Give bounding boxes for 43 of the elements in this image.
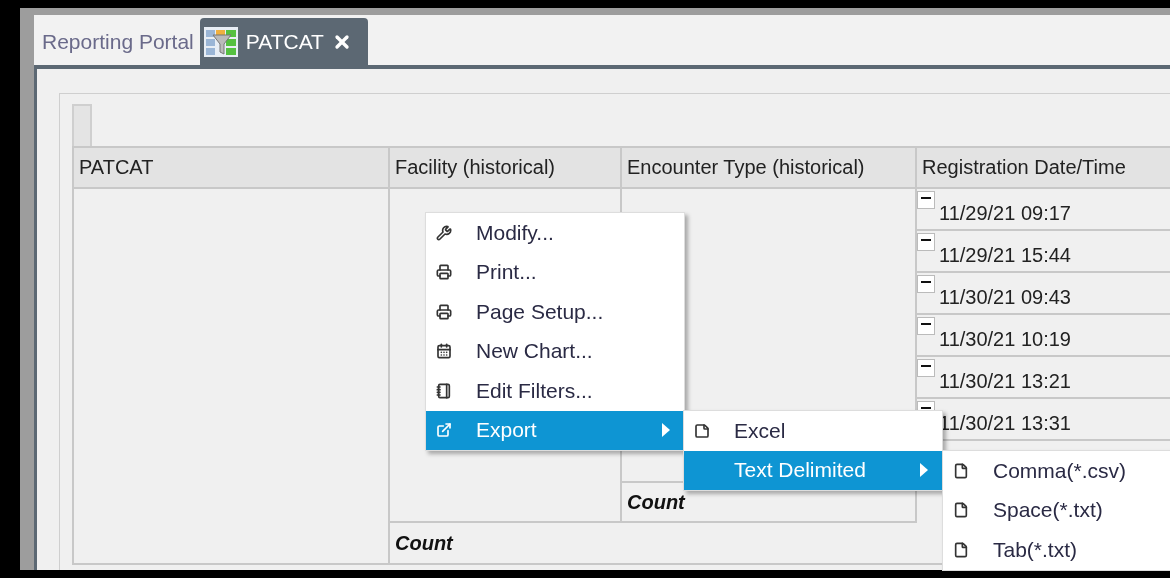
submenu-arrow-icon (920, 463, 928, 478)
date-time: 11/29/21 09:17 (939, 202, 1071, 225)
date-time: 11/30/21 13:31 (939, 412, 1071, 435)
menu-item[interactable]: New Chart... (426, 331, 684, 371)
date-time: 11/30/21 13:21 (939, 370, 1071, 393)
notebook-icon (436, 382, 452, 399)
collapse-icon[interactable] (917, 191, 935, 209)
column-header: Encounter Type (historical) (622, 148, 917, 189)
printer-icon (436, 303, 452, 320)
tab-label: Reporting Portal (42, 30, 194, 54)
column-header: PATCAT (74, 148, 390, 189)
external-link-icon (436, 422, 452, 439)
menu-item[interactable]: Tab(*.txt) (943, 530, 1170, 570)
menu-item[interactable]: Comma(*.csv) (943, 451, 1170, 491)
tab[interactable]: PATCAT (199, 18, 368, 65)
date-time: 11/30/21 09:43 (939, 286, 1071, 309)
file-icon (953, 462, 969, 479)
column-header: Facility (historical) (390, 148, 622, 189)
menu-item[interactable]: Page Setup... (426, 292, 684, 332)
collapse-icon[interactable] (917, 275, 935, 293)
menu-item[interactable]: Excel (684, 411, 942, 451)
date-time: 11/29/21 15:44 (939, 244, 1071, 267)
date-time: 11/30/21 10:19 (939, 328, 1071, 351)
resize-grip[interactable] (72, 104, 92, 146)
tab-label: PATCAT (245, 29, 324, 54)
note-icon (694, 422, 710, 439)
menu-item[interactable]: Print... (426, 252, 684, 292)
wrench-icon (436, 224, 452, 241)
collapse-icon[interactable] (917, 233, 935, 251)
report-filter-icon (203, 26, 238, 57)
calendar-icon (436, 343, 452, 360)
submenu-arrow-icon (662, 423, 670, 438)
total-label: Count (627, 490, 685, 514)
menu-item[interactable]: Space(*.txt) (943, 490, 1170, 530)
total-label: Count (395, 531, 453, 555)
file-icon (953, 502, 969, 519)
file-icon (953, 541, 969, 558)
printer-icon (436, 264, 452, 281)
collapse-icon[interactable] (917, 317, 935, 335)
menu-item[interactable]: Modify... (426, 213, 684, 253)
column-header: Registration Date/Time (917, 148, 1170, 189)
collapse-icon[interactable] (917, 359, 935, 377)
menu-item[interactable]: Edit Filters... (426, 371, 684, 411)
